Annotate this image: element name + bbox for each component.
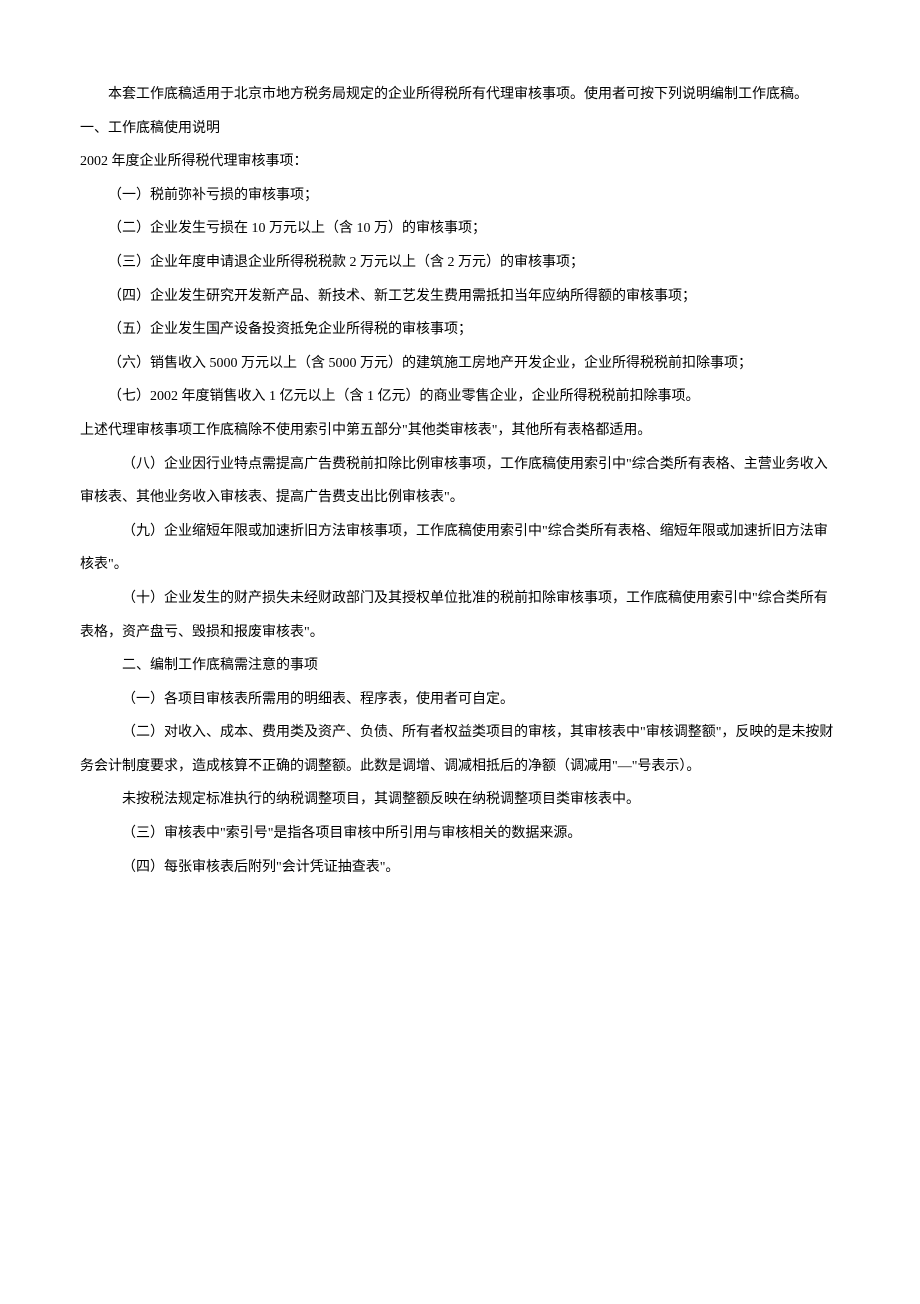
- paragraph-intro: 本套工作底稿适用于北京市地方税务局规定的企业所得税所有代理审核事项。使用者可按下…: [80, 78, 840, 112]
- list-item-3: （三）企业年度申请退企业所得税税款 2 万元以上（含 2 万元）的审核事项；: [80, 246, 840, 280]
- paragraph-tax-note: 未按税法规定标准执行的纳税调整项目，其调整额反映在纳税调整项目类审核表中。: [80, 783, 840, 817]
- section-heading-2: 二、编制工作底稿需注意的事项: [80, 649, 840, 683]
- paragraph-note: 上述代理审核事项工作底稿除不使用索引中第五部分"其他类审核表"，其他所有表格都适…: [80, 414, 840, 448]
- section-heading-1: 一、工作底稿使用说明: [80, 112, 840, 146]
- list-item-5: （五）企业发生国产设备投资抵免企业所得税的审核事项；: [80, 313, 840, 347]
- list-item-9: （九）企业缩短年限或加速折旧方法审核事项，工作底稿使用索引中"综合类所有表格、缩…: [80, 515, 840, 582]
- list-item-6: （六）销售收入 5000 万元以上（含 5000 万元）的建筑施工房地产开发企业…: [80, 347, 840, 381]
- sub-item-3: （三）审核表中"索引号"是指各项目审核中所引用与审核相关的数据来源。: [80, 817, 840, 851]
- document-page: 本套工作底稿适用于北京市地方税务局规定的企业所得税所有代理审核事项。使用者可按下…: [0, 0, 920, 944]
- list-item-1: （一）税前弥补亏损的审核事项；: [80, 179, 840, 213]
- list-item-4: （四）企业发生研究开发新产品、新技术、新工艺发生费用需抵扣当年应纳所得额的审核事…: [80, 280, 840, 314]
- list-item-10: （十）企业发生的财产损失未经财政部门及其授权单位批准的税前扣除审核事项，工作底稿…: [80, 582, 840, 649]
- list-item-7: （七）2002 年度销售收入 1 亿元以上（含 1 亿元）的商业零售企业，企业所…: [80, 380, 840, 414]
- sub-item-1: （一）各项目审核表所需用的明细表、程序表，使用者可自定。: [80, 683, 840, 717]
- paragraph-year: 2002 年度企业所得税代理审核事项：: [80, 145, 840, 179]
- list-item-8: （八）企业因行业特点需提高广告费税前扣除比例审核事项，工作底稿使用索引中"综合类…: [80, 448, 840, 515]
- sub-item-2: （二）对收入、成本、费用类及资产、负债、所有者权益类项目的审核，其审核表中"审核…: [80, 716, 840, 783]
- sub-item-4: （四）每张审核表后附列"会计凭证抽查表"。: [80, 851, 840, 885]
- list-item-2: （二）企业发生亏损在 10 万元以上（含 10 万）的审核事项；: [80, 212, 840, 246]
